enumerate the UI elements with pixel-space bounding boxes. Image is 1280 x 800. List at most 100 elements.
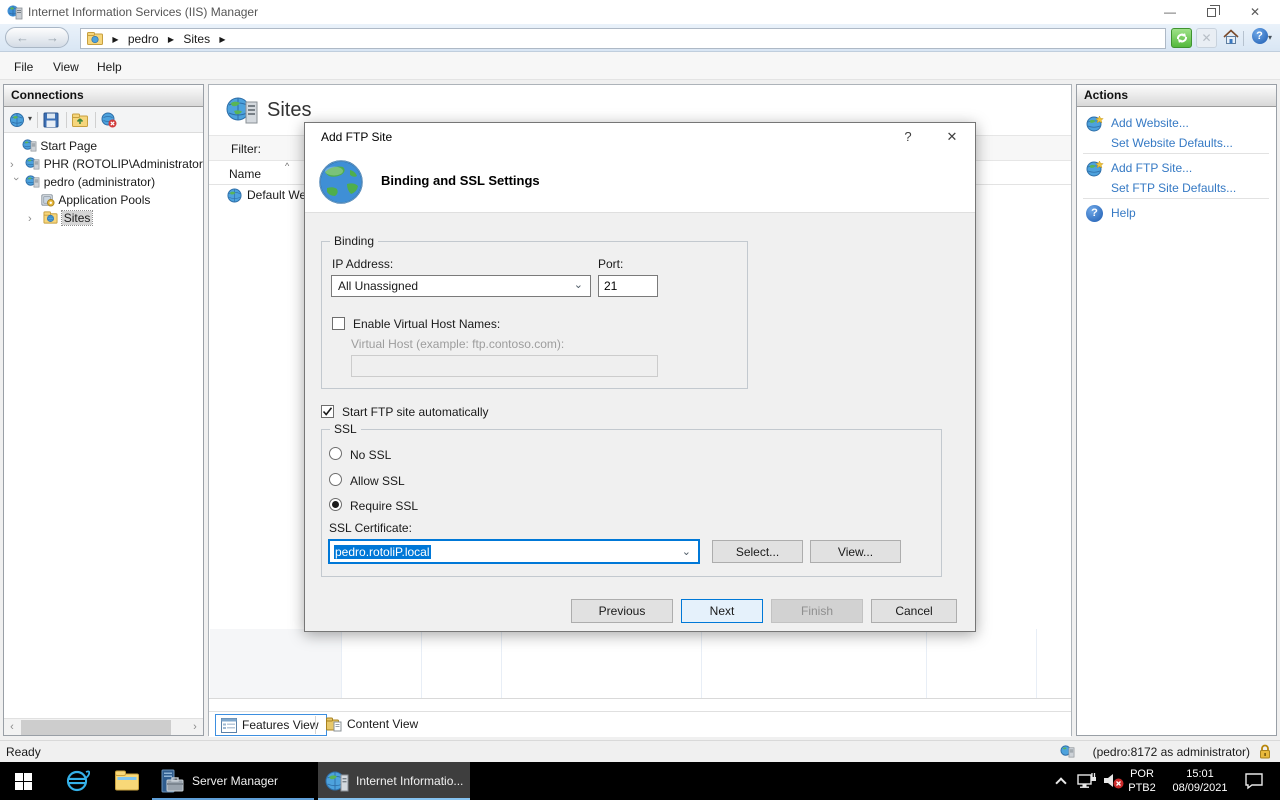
breadcrumb-item-sites[interactable]: Sites <box>183 32 210 46</box>
taskbar: Server Manager Internet Informatio... PO… <box>0 762 1280 800</box>
help-button[interactable]: ? <box>1249 28 1270 48</box>
restore-button[interactable] <box>1195 4 1225 20</box>
help-dropdown-icon[interactable]: ▾ <box>1268 33 1272 42</box>
taskbar-iis-window[interactable]: Internet Informatio... <box>318 762 470 800</box>
actions-header: Actions <box>1077 85 1276 107</box>
taskbar-item-label: Server Manager <box>192 774 278 788</box>
tray-clock[interactable]: 15:01 08/09/2021 <box>1164 767 1236 795</box>
toolbar-divider <box>66 112 67 128</box>
tree-item-sites[interactable]: › Sites <box>28 209 92 227</box>
dialog-help-button[interactable]: ? <box>897 127 919 147</box>
tray-language-indicator[interactable]: POR PTB2 <box>1122 767 1162 795</box>
action-add-ftp-site[interactable]: Add FTP Site... <box>1077 159 1276 179</box>
tree-item-pedro[interactable]: › pedro (administrator) <box>10 173 155 191</box>
menu-file[interactable]: File <box>14 60 33 74</box>
actions-divider <box>1083 198 1269 199</box>
connections-hscrollbar[interactable]: ‹ › <box>4 718 203 735</box>
dialog-close-button[interactable]: ✕ <box>941 127 963 147</box>
breadcrumb-item-pedro[interactable]: pedro <box>128 32 159 46</box>
action-link[interactable]: Add FTP Site... <box>1111 161 1192 175</box>
action-link[interactable]: Help <box>1111 206 1136 220</box>
previous-button[interactable]: Previous <box>571 599 673 623</box>
application-pools-icon <box>40 192 55 207</box>
list-item-default-web-site[interactable]: Default Wel <box>209 185 305 205</box>
menu-view[interactable]: View <box>53 60 79 74</box>
list-group-column <box>210 629 341 698</box>
server-globe-icon <box>25 156 40 171</box>
create-connection-icon[interactable] <box>9 111 27 129</box>
scroll-left-icon[interactable]: ‹ <box>4 720 20 735</box>
action-link[interactable]: Set FTP Site Defaults... <box>1111 181 1236 195</box>
allow-ssl-radio[interactable] <box>329 473 342 486</box>
file-explorer-icon <box>115 770 139 791</box>
vhost-example-label: Virtual Host (example: ftp.contoso.com): <box>351 337 564 351</box>
enable-vhost-checkbox[interactable] <box>332 317 345 330</box>
start-button[interactable] <box>0 762 48 800</box>
action-set-ftp-defaults[interactable]: Set FTP Site Defaults... <box>1077 179 1276 199</box>
action-center-button[interactable] <box>1238 762 1272 800</box>
start-ftp-checkbox[interactable] <box>321 405 334 418</box>
ssl-certificate-label: SSL Certificate: <box>329 521 412 535</box>
action-add-website[interactable]: Add Website... <box>1077 114 1276 134</box>
no-ssl-radio[interactable] <box>329 447 342 460</box>
dialog-heading: Binding and SSL Settings <box>381 173 540 188</box>
save-icon[interactable] <box>42 111 60 129</box>
port-input[interactable] <box>598 275 658 297</box>
action-link[interactable]: Add Website... <box>1111 116 1189 130</box>
tree-expanded-icon[interactable]: › <box>7 177 25 189</box>
forward-icon[interactable]: → <box>46 30 59 45</box>
tree-collapsed-icon[interactable]: › <box>28 210 40 228</box>
require-ssl-radio[interactable] <box>329 498 342 511</box>
stop-button: ✕ <box>1196 28 1217 48</box>
tree-item-start-page[interactable]: Start Page <box>22 137 97 155</box>
back-icon[interactable]: ← <box>16 30 29 45</box>
action-link[interactable]: Set Website Defaults... <box>1111 136 1233 150</box>
tree-collapsed-icon[interactable]: › <box>10 156 22 174</box>
breadcrumb-folder-icon <box>87 32 103 45</box>
status-text: Ready <box>6 745 41 759</box>
tree-item-phr[interactable]: › PHR (ROTOLIP\Administrator <box>10 155 203 173</box>
tray-date: 08/09/2021 <box>1164 781 1236 795</box>
tray-network-button[interactable] <box>1074 762 1100 800</box>
scroll-right-icon[interactable]: › <box>187 720 203 735</box>
refresh-button[interactable] <box>1171 28 1192 48</box>
minimize-button[interactable]: — <box>1155 4 1185 20</box>
tab-features-view[interactable]: Features View <box>215 714 327 736</box>
breadcrumb-arrow-icon: ▶ <box>168 35 174 44</box>
up-folder-icon[interactable] <box>71 111 89 129</box>
iis-taskbar-icon <box>325 769 349 793</box>
taskbar-explorer-button[interactable] <box>106 762 148 800</box>
toolbar-divider <box>95 112 96 128</box>
dialog-titlebar[interactable]: Add FTP Site ? ✕ <box>305 123 975 151</box>
cancel-button[interactable]: Cancel <box>871 599 957 623</box>
tree-label: Application Pools <box>58 193 150 207</box>
action-help[interactable]: ? Help <box>1077 204 1276 224</box>
action-set-website-defaults[interactable]: Set Website Defaults... <box>1077 134 1276 154</box>
home-icon <box>1222 28 1240 46</box>
ssl-certificate-select[interactable]: pedro.rotoliP.local ⌄ <box>328 539 700 564</box>
column-name[interactable]: Name <box>229 167 261 181</box>
scrollbar-thumb[interactable] <box>21 720 171 735</box>
view-certificate-button[interactable]: View... <box>810 540 901 563</box>
grid-line <box>926 629 927 698</box>
tab-content-view[interactable]: Content View <box>321 714 426 736</box>
next-button[interactable]: Next <box>681 599 763 623</box>
select-certificate-button[interactable]: Select... <box>712 540 803 563</box>
taskbar-ie-button[interactable] <box>56 762 98 800</box>
status-server-icon <box>1060 744 1075 759</box>
menu-help[interactable]: Help <box>97 60 122 74</box>
tray-show-hidden-button[interactable] <box>1050 762 1074 800</box>
dialog-header: Binding and SSL Settings <box>305 151 975 213</box>
lock-icon <box>1258 744 1272 759</box>
breadcrumb[interactable]: ▶ pedro ▶ Sites ▶ <box>80 28 1166 49</box>
close-button[interactable]: ✕ <box>1240 4 1270 20</box>
connection-dropdown-icon[interactable]: ▾ <box>28 114 32 123</box>
sites-page-icon <box>225 95 259 127</box>
sites-folder-icon <box>43 210 58 225</box>
ip-address-select[interactable]: All Unassigned ⌄ <box>331 275 591 297</box>
actions-panel: Actions Add Website... Set Website Defau… <box>1076 84 1277 736</box>
taskbar-server-manager[interactable]: Server Manager <box>152 762 314 800</box>
home-button[interactable] <box>1220 28 1241 48</box>
tree-item-application-pools[interactable]: Application Pools <box>40 191 150 209</box>
disconnect-icon[interactable] <box>100 111 118 129</box>
